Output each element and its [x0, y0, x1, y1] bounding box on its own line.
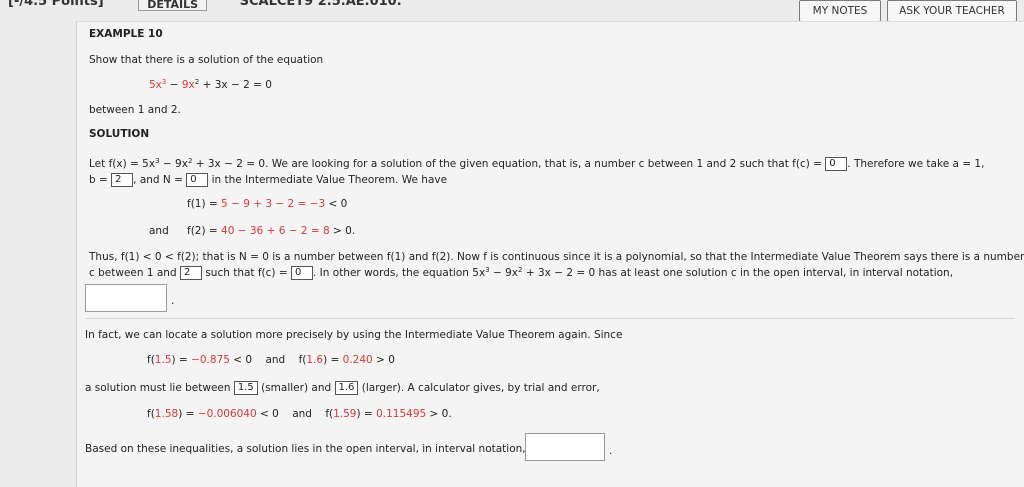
ask-teacher-button[interactable]: ASK YOUR TEACHER [887, 0, 1017, 22]
refine-must-lie: a solution must lie between 1.5 (smaller… [85, 381, 600, 395]
example-between: between 1 and 2. [89, 104, 181, 116]
b-answer-box[interactable]: 2 [111, 173, 134, 187]
interval-period: . [171, 295, 175, 307]
details-button[interactable]: DETAILS [138, 0, 208, 11]
larger-answer-box[interactable]: 1.6 [334, 381, 359, 395]
smaller-answer-box[interactable]: 1.5 [233, 381, 258, 395]
example-title: EXAMPLE 10 [89, 28, 163, 40]
thus-line-1: Thus, f(1) < 0 < f(2); that is N = 0 is … [89, 251, 1024, 263]
example-prompt: Show that there is a solution of the equ… [89, 54, 324, 66]
solution-heading: SOLUTION [89, 128, 150, 140]
f2-evaluation: f(2) = 40 − 36 + 6 − 2 = 8 > 0. [187, 225, 356, 237]
solution-line-2: b = 2, and N = 0 in the Intermediate Val… [89, 173, 448, 187]
example-panel: EXAMPLE 10 Show that there is a solution… [76, 21, 1024, 487]
points-label: [-/4.5 Points] [8, 0, 104, 9]
refine-row-1: f(1.5) = −0.875 < 0 and f(1.6) = 0.240 >… [147, 354, 395, 366]
final-period: . [609, 445, 613, 457]
problem-code: SCALCET9 2.5.AE.010. [239, 0, 402, 9]
top-bar: [-/4.5 Points] DETAILS SCALCET9 2.5.AE.0… [0, 0, 1024, 22]
final-interval-input[interactable] [525, 433, 605, 461]
f1-evaluation: f(1) = 5 − 9 + 3 − 2 = −3 < 0 [187, 198, 348, 210]
refine-row-2: f(1.58) = −0.006040 < 0 and f(1.59) = 0.… [147, 408, 452, 420]
section-divider [85, 318, 1015, 319]
refine-conclusion: Based on these inequalities, a solution … [85, 443, 526, 455]
fc-answer-box[interactable]: 0 [825, 157, 848, 171]
my-notes-button[interactable]: MY NOTES [799, 0, 881, 22]
example-equation: 5x3 − 9x2 + 3x − 2 = 0 [149, 78, 272, 91]
n-answer-box[interactable]: 0 [186, 173, 209, 187]
fc-answer-box-2[interactable]: 0 [291, 266, 313, 280]
interval-answer-input[interactable] [85, 284, 167, 312]
refine-intro: In fact, we can locate a solution more p… [85, 329, 623, 341]
problem-header: [-/4.5 Points] DETAILS SCALCET9 2.5.AE.0… [8, 0, 402, 11]
thus-line-2: c between 1 and 2 such that f(c) = 0. In… [89, 266, 954, 280]
and-label: and [149, 225, 169, 237]
between-answer-box[interactable]: 2 [179, 266, 202, 280]
solution-line-1: Let f(x) = 5x3 − 9x2 + 3x − 2 = 0. We ar… [89, 157, 985, 171]
